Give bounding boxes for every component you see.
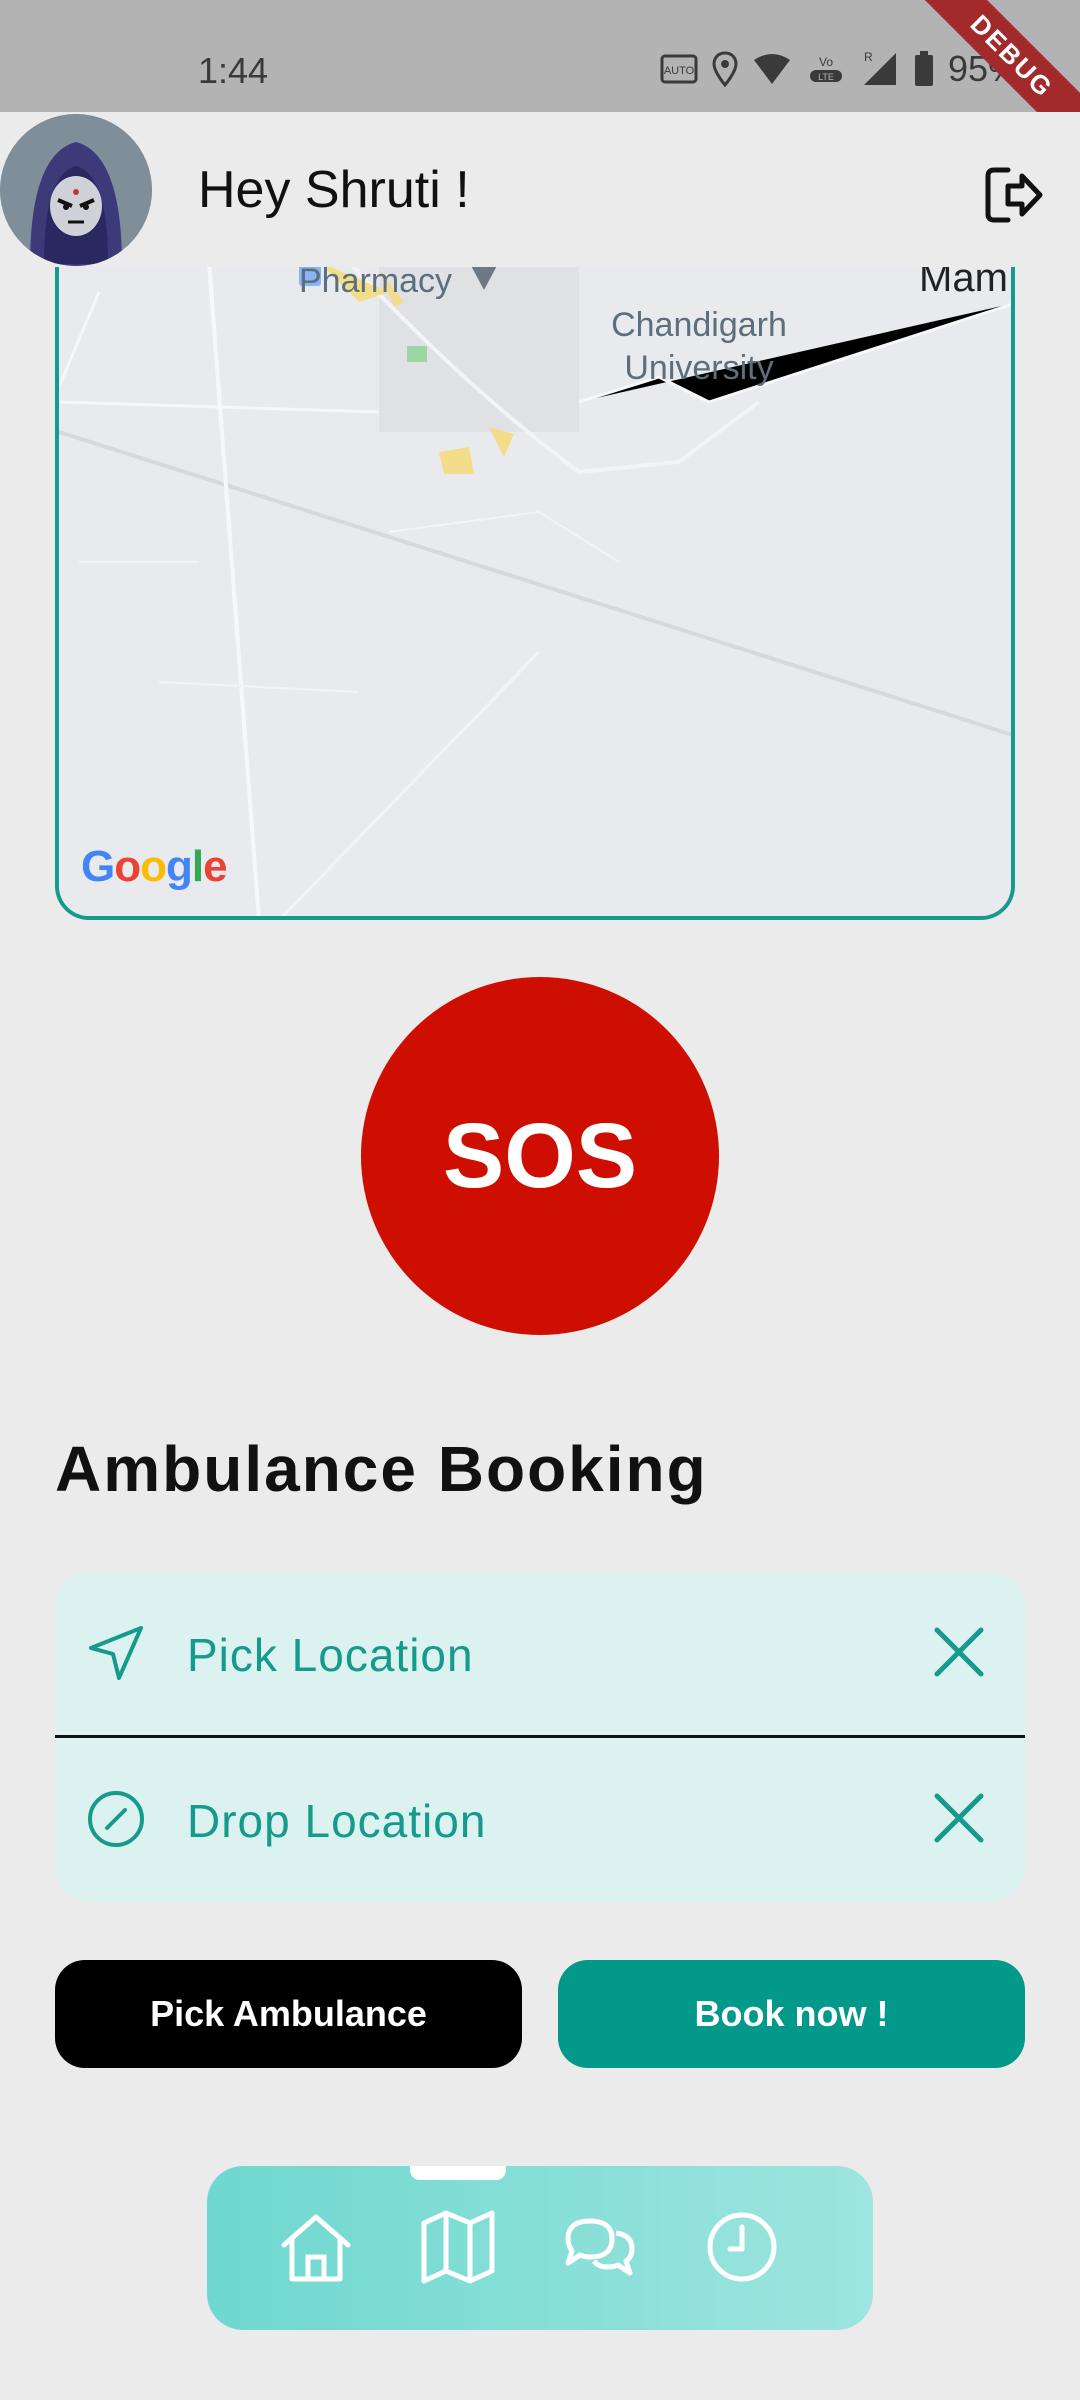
map-icon bbox=[421, 2210, 495, 2284]
sos-button[interactable]: SOS bbox=[361, 977, 719, 1335]
nav-home[interactable] bbox=[271, 2202, 361, 2292]
history-icon bbox=[707, 2212, 777, 2282]
home-icon bbox=[281, 2214, 351, 2282]
map-roads bbox=[59, 262, 1011, 916]
map-view[interactable]: Pharmacy Chandigarh University Mam Googl… bbox=[55, 262, 1015, 920]
location-icon bbox=[712, 51, 738, 87]
pick-ambulance-button[interactable]: Pick Ambulance bbox=[55, 1960, 522, 2068]
clear-pick-icon[interactable] bbox=[931, 1624, 987, 1680]
nav-map[interactable] bbox=[413, 2202, 503, 2292]
svg-text:Vo: Vo bbox=[819, 55, 833, 69]
map-label-edge: Mam bbox=[919, 262, 1008, 300]
app-header: Hey Shruti ! bbox=[0, 112, 1080, 267]
signal-icon: R bbox=[863, 51, 896, 85]
pick-location-field[interactable]: Pick Location bbox=[55, 1572, 1025, 1738]
google-attribution: Google bbox=[81, 842, 228, 891]
bottom-nav bbox=[207, 2166, 873, 2330]
nav-history[interactable] bbox=[697, 2202, 787, 2292]
avatar-image bbox=[0, 114, 152, 266]
logout-icon[interactable] bbox=[982, 164, 1044, 226]
status-bar: 1:44 AUTO Vo LTE R 95% DEBUG bbox=[0, 0, 1080, 164]
svg-text:AUTO: AUTO bbox=[664, 65, 695, 77]
location-card: Pick Location Drop Location bbox=[55, 1572, 1025, 1902]
nav-chat[interactable] bbox=[555, 2202, 645, 2292]
map-label-university: Chandigarh University bbox=[611, 306, 787, 387]
status-time: 1:44 bbox=[198, 50, 269, 91]
auto-hz-icon: AUTO bbox=[660, 54, 698, 84]
drop-location-field[interactable]: Drop Location bbox=[55, 1738, 1025, 1901]
drop-location-placeholder: Drop Location bbox=[187, 1795, 487, 1847]
section-title: Ambulance Booking bbox=[55, 1433, 708, 1505]
book-now-button[interactable]: Book now ! bbox=[558, 1960, 1025, 2068]
svg-text:LTE: LTE bbox=[818, 72, 834, 82]
compass-icon bbox=[88, 1791, 144, 1847]
pick-location-placeholder: Pick Location bbox=[187, 1629, 474, 1681]
volte-icon: Vo LTE bbox=[809, 55, 842, 82]
chat-icon bbox=[565, 2218, 635, 2276]
svg-text:R: R bbox=[864, 51, 873, 64]
greeting-text: Hey Shruti ! bbox=[198, 161, 470, 219]
map-label-pharmacy: Pharmacy bbox=[299, 262, 453, 300]
status-icons: AUTO Vo LTE R 95% bbox=[660, 48, 1020, 90]
battery-icon bbox=[914, 51, 933, 86]
navigation-arrow-icon bbox=[89, 1626, 143, 1680]
nav-selected-indicator bbox=[410, 2166, 506, 2180]
wifi-icon bbox=[753, 54, 790, 84]
clear-drop-icon[interactable] bbox=[931, 1790, 987, 1846]
avatar[interactable] bbox=[0, 114, 152, 266]
